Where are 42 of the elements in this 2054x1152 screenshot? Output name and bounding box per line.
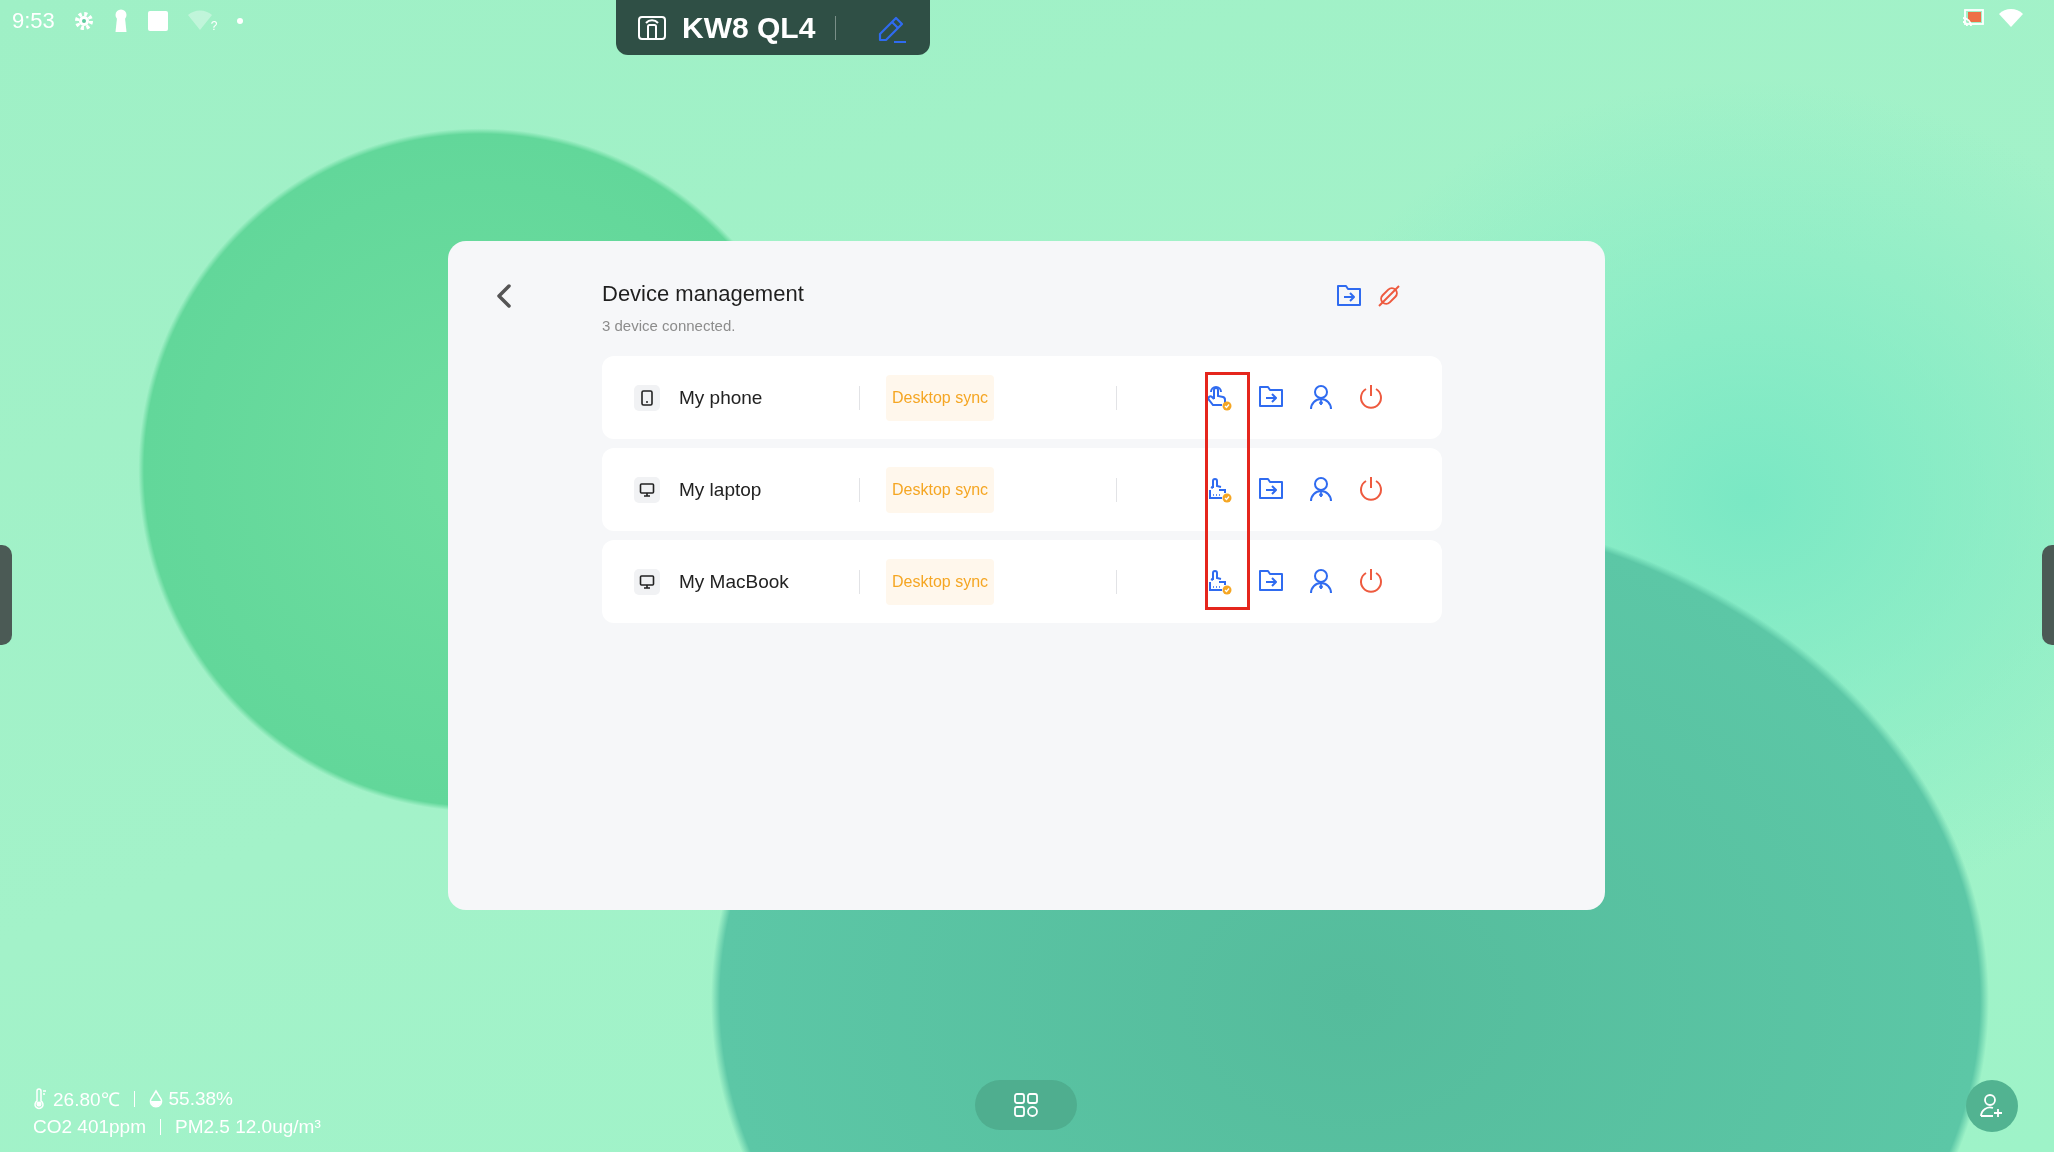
device-name: My phone [679,386,764,409]
sync-tag: Desktop sync [886,374,995,421]
folder-send-icon[interactable] [1258,567,1285,592]
monitor-icon [634,476,660,503]
monitor-icon [634,568,660,595]
panel-title: Device management [602,281,804,307]
side-handle[interactable] [0,545,12,645]
folder-send-icon[interactable] [1258,383,1285,408]
chevron-left-icon[interactable] [494,281,514,310]
power-icon[interactable] [1358,383,1385,410]
wifi-question-mark: ? [210,19,218,33]
droplet-icon [148,1089,163,1109]
dot-icon [235,17,244,25]
clock-time: 9:53 [12,8,55,34]
co2-reading: CO2 401ppm [33,1116,146,1138]
thermometer-icon [33,1088,47,1110]
sync-tag: Desktop sync [886,558,995,605]
device-name: My MacBook [679,570,790,593]
user-icon[interactable] [1309,383,1334,410]
apps-button[interactable] [975,1080,1077,1130]
power-icon[interactable] [1358,475,1385,502]
sync-tag: Desktop sync [886,466,995,513]
disconnect-icon[interactable] [1376,283,1402,309]
touch-hand-icon[interactable] [1205,383,1234,412]
apps-grid-icon[interactable] [1013,1092,1039,1118]
pm25-reading: PM2.5 12.0ug/m³ [175,1116,321,1138]
device-name: My laptop [679,478,763,501]
square-icon [146,10,169,32]
device-name: KW8 QL4 [682,10,816,45]
panel-subtitle: 3 device connected. [602,317,737,334]
user-icon[interactable] [1309,567,1334,594]
wifi-icon [1998,8,2024,28]
phone-icon [634,384,660,411]
humidity-reading: 55.38% [168,1088,233,1110]
power-icon[interactable] [1358,567,1385,594]
side-handle[interactable] [2042,545,2054,645]
temperature-reading: 26.80℃ [53,1088,120,1112]
folder-send-icon[interactable] [1258,475,1285,500]
folder-send-icon[interactable] [1336,283,1362,307]
wifi-unknown-icon [186,10,215,32]
cast-icon [1962,8,1986,28]
user-icon[interactable] [1309,475,1334,502]
